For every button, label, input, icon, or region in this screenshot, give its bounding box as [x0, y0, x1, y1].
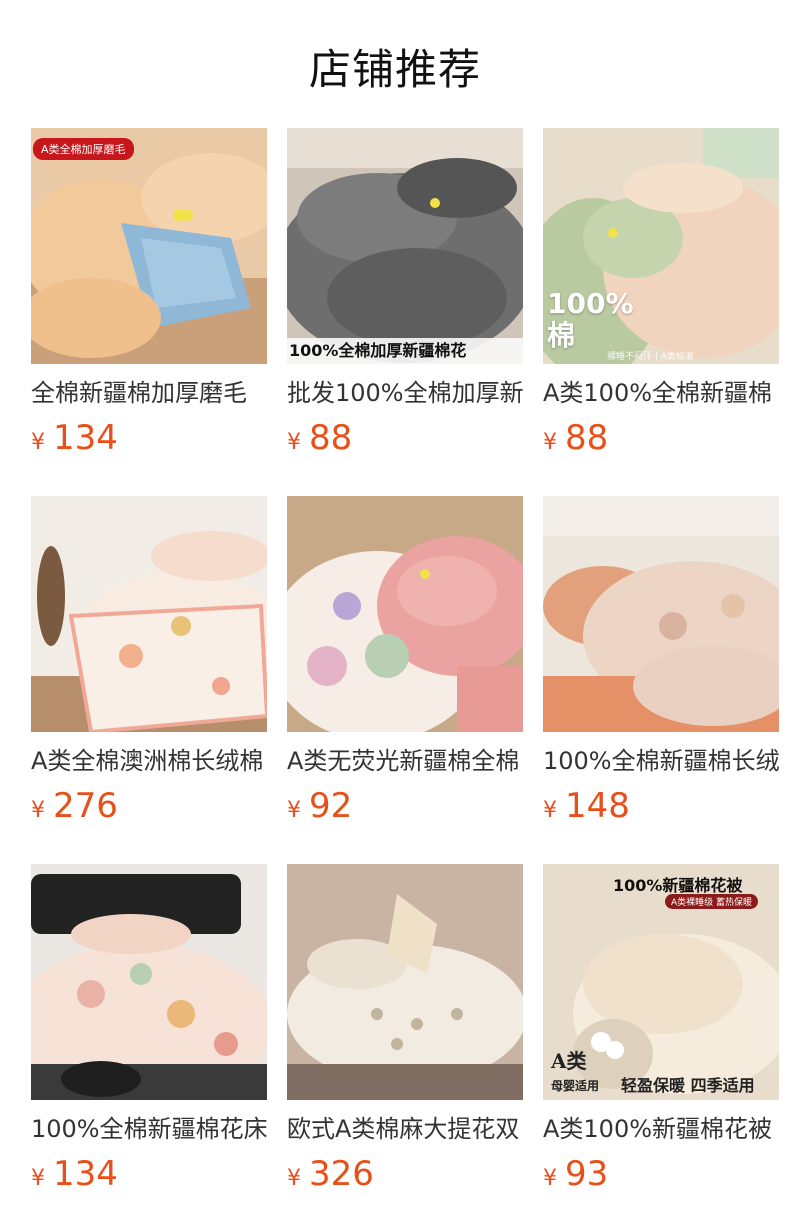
product-name[interactable]: A类100%新疆棉花被 [543, 1114, 779, 1144]
product-grade: A类 [551, 1049, 587, 1073]
product-name[interactable]: 100%全棉新疆棉花床 [31, 1114, 267, 1144]
product-headline: 100%新疆棉花被 [613, 876, 743, 895]
currency-symbol: ¥ [287, 430, 301, 455]
product-price: ¥326 [287, 1154, 523, 1200]
product-badge: A类全棉加厚磨毛 [33, 138, 134, 160]
price-value: 93 [565, 1154, 609, 1194]
product-card[interactable]: 100%新疆棉花被 A类裸睡级 蓄热保暖 A类 母婴适用 轻盈保暖 四季适用 A… [543, 864, 779, 1200]
price-value: 148 [565, 786, 630, 826]
product-overlay-text: 100% 棉 [547, 287, 634, 352]
product-card[interactable]: 100%全棉新疆棉花床 ¥134 [31, 864, 267, 1200]
product-image[interactable] [543, 496, 779, 732]
currency-symbol: ¥ [543, 430, 557, 455]
product-name[interactable]: 全棉新疆棉加厚磨毛 [31, 378, 267, 408]
product-price: ¥148 [543, 786, 779, 832]
currency-symbol: ¥ [31, 798, 45, 823]
currency-symbol: ¥ [543, 1166, 557, 1191]
product-price: ¥134 [31, 418, 267, 464]
price-value: 88 [309, 418, 353, 458]
product-name[interactable]: 100%全棉新疆棉长绒 [543, 746, 779, 776]
price-value: 276 [53, 786, 118, 826]
currency-symbol: ¥ [31, 430, 45, 455]
product-card[interactable]: A类全棉加厚磨毛 全棉新疆棉加厚磨毛 ¥134 [31, 128, 267, 464]
currency-symbol: ¥ [287, 798, 301, 823]
product-card[interactable]: A类无荧光新疆棉全棉 ¥92 [287, 496, 523, 832]
price-value: 134 [53, 1154, 118, 1194]
product-image[interactable] [31, 496, 267, 732]
product-card[interactable]: 100%全棉新疆棉长绒 ¥148 [543, 496, 779, 832]
product-image[interactable] [31, 864, 267, 1100]
currency-symbol: ¥ [543, 798, 557, 823]
product-name[interactable]: A类100%全棉新疆棉 [543, 378, 779, 408]
product-subline: A类裸睡级 蓄热保暖 [665, 894, 759, 909]
product-card[interactable]: 欧式A类棉麻大提花双 ¥326 [287, 864, 523, 1200]
product-image[interactable]: 100%全棉加厚新疆棉花 [287, 128, 523, 364]
product-name[interactable]: A类无荧光新疆棉全棉 [287, 746, 523, 776]
product-grade-note: 母婴适用 [551, 1079, 600, 1093]
product-price: ¥93 [543, 1154, 779, 1200]
product-image[interactable]: 100% 棉 裸睡不闷汗 | A类标准 [543, 128, 779, 364]
price-value: 88 [565, 418, 609, 458]
product-note: 裸睡不闷汗 | A类标准 [607, 352, 694, 362]
product-name[interactable]: 欧式A类棉麻大提花双 [287, 1114, 523, 1144]
product-price: ¥92 [287, 786, 523, 832]
product-caption: 100%全棉加厚新疆棉花 [287, 338, 523, 364]
price-value: 92 [309, 786, 353, 826]
product-image[interactable] [287, 496, 523, 732]
page-title: 店铺推荐 [308, 45, 481, 94]
product-card[interactable]: A类全棉澳洲棉长绒棉 ¥276 [31, 496, 267, 832]
currency-symbol: ¥ [287, 1166, 301, 1191]
product-image[interactable]: A类全棉加厚磨毛 [31, 128, 267, 364]
product-card[interactable]: 100%全棉加厚新疆棉花 批发100%全棉加厚新 ¥88 [287, 128, 523, 464]
price-value: 134 [53, 418, 118, 458]
product-card[interactable]: 100% 棉 裸睡不闷汗 | A类标准 A类100%全棉新疆棉 ¥88 [543, 128, 779, 464]
product-tagline: 轻盈保暖 四季适用 [621, 1076, 755, 1095]
product-price: ¥134 [31, 1154, 267, 1200]
price-value: 326 [309, 1154, 374, 1194]
product-image[interactable] [287, 864, 523, 1100]
product-price: ¥88 [287, 418, 523, 464]
product-image[interactable]: 100%新疆棉花被 A类裸睡级 蓄热保暖 A类 母婴适用 轻盈保暖 四季适用 [543, 864, 779, 1100]
product-name[interactable]: 批发100%全棉加厚新 [287, 378, 523, 408]
product-price: ¥88 [543, 418, 779, 464]
product-price: ¥276 [31, 786, 267, 832]
currency-symbol: ¥ [31, 1166, 45, 1191]
product-name[interactable]: A类全棉澳洲棉长绒棉 [31, 746, 267, 776]
